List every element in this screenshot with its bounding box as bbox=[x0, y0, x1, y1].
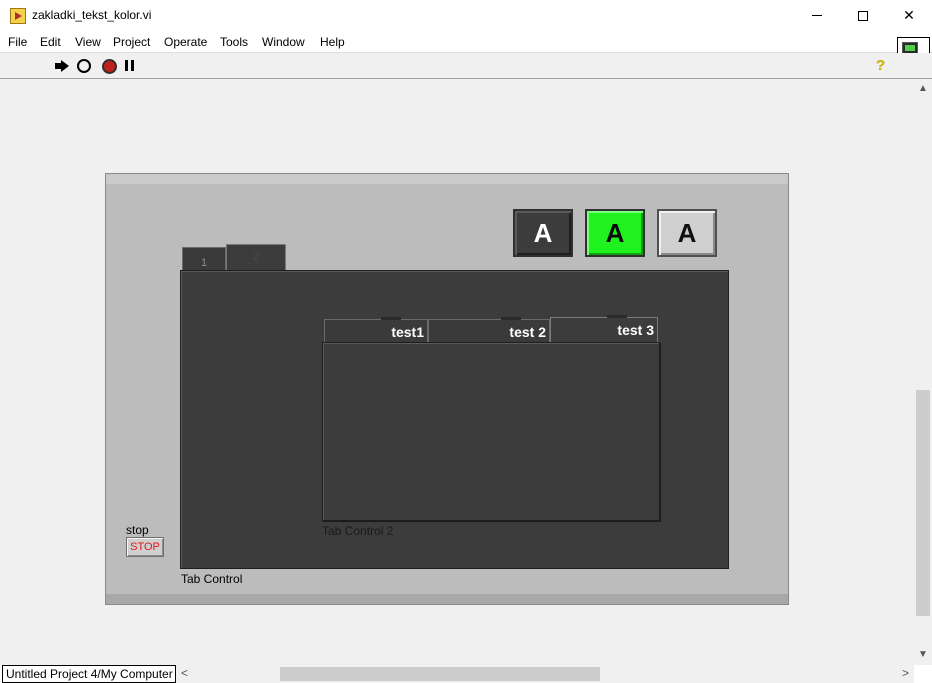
pause-icon[interactable] bbox=[125, 59, 139, 73]
tab-notch bbox=[381, 317, 401, 320]
tab-test-2[interactable]: test 2 bbox=[428, 317, 550, 343]
minimize-icon bbox=[812, 15, 822, 16]
tab-1[interactable]: 1 bbox=[182, 247, 226, 271]
tab-test-3[interactable]: test 3 bbox=[550, 315, 658, 344]
close-button[interactable]: ✕ bbox=[886, 0, 932, 31]
bool-button-gray[interactable]: A bbox=[657, 209, 717, 257]
vertical-scroll-thumb[interactable] bbox=[916, 390, 930, 616]
scroll-right-icon[interactable]: > bbox=[902, 666, 909, 680]
menu-project[interactable]: Project bbox=[113, 35, 150, 49]
scroll-down-icon[interactable]: ▼ bbox=[918, 649, 928, 660]
tab-control-label: Tab Control bbox=[181, 572, 243, 586]
tab-label: test 2 bbox=[509, 324, 546, 340]
menu-tools[interactable]: Tools bbox=[220, 35, 248, 49]
bool-button-green[interactable]: A bbox=[585, 209, 645, 257]
tab-notch bbox=[607, 315, 627, 318]
title-bar: zakladki_tekst_kolor.vi ✕ bbox=[0, 0, 932, 31]
horizontal-scrollbar[interactable]: < > bbox=[176, 665, 914, 683]
tab-notch bbox=[501, 317, 521, 320]
menu-window[interactable]: Window bbox=[262, 35, 305, 49]
tab-2[interactable]: 2 bbox=[226, 244, 286, 272]
run-continuously-icon[interactable] bbox=[77, 59, 91, 73]
close-icon: ✕ bbox=[903, 7, 915, 23]
labview-vi-icon bbox=[10, 8, 26, 24]
window-title: zakladki_tekst_kolor.vi bbox=[32, 8, 152, 22]
tab-label: test 3 bbox=[617, 322, 654, 338]
maximize-button[interactable] bbox=[840, 0, 886, 31]
menu-help[interactable]: Help bbox=[320, 35, 345, 49]
minimize-button[interactable] bbox=[794, 0, 840, 31]
menu-view[interactable]: View bbox=[75, 35, 101, 49]
vertical-scrollbar[interactable]: ▲ ▼ bbox=[914, 79, 932, 665]
tab-test1[interactable]: test1 bbox=[324, 317, 428, 343]
stop-button[interactable]: STOP bbox=[126, 537, 164, 557]
stop-label: stop bbox=[126, 523, 149, 537]
abort-execution-icon[interactable] bbox=[102, 59, 117, 74]
toolbar: ? bbox=[0, 53, 932, 79]
context-help-icon[interactable]: ? bbox=[876, 57, 885, 74]
tab-control-2-label: Tab Control 2 bbox=[322, 524, 394, 538]
menu-operate[interactable]: Operate bbox=[164, 35, 207, 49]
horizontal-scroll-thumb[interactable] bbox=[280, 667, 600, 681]
scroll-up-icon[interactable]: ▲ bbox=[918, 83, 928, 94]
project-context-status: Untitled Project 4/My Computer bbox=[2, 665, 176, 683]
menu-file[interactable]: File bbox=[8, 35, 27, 49]
tab-control-2-page bbox=[322, 342, 660, 521]
run-arrow-icon[interactable] bbox=[55, 59, 69, 73]
bool-button-dark[interactable]: A bbox=[513, 209, 573, 257]
scroll-left-icon[interactable]: < bbox=[181, 666, 188, 680]
tab-label: test1 bbox=[391, 324, 424, 340]
menu-edit[interactable]: Edit bbox=[40, 35, 61, 49]
maximize-icon bbox=[858, 10, 868, 21]
menu-bar: File Edit View Project Operate Tools Win… bbox=[0, 31, 932, 53]
